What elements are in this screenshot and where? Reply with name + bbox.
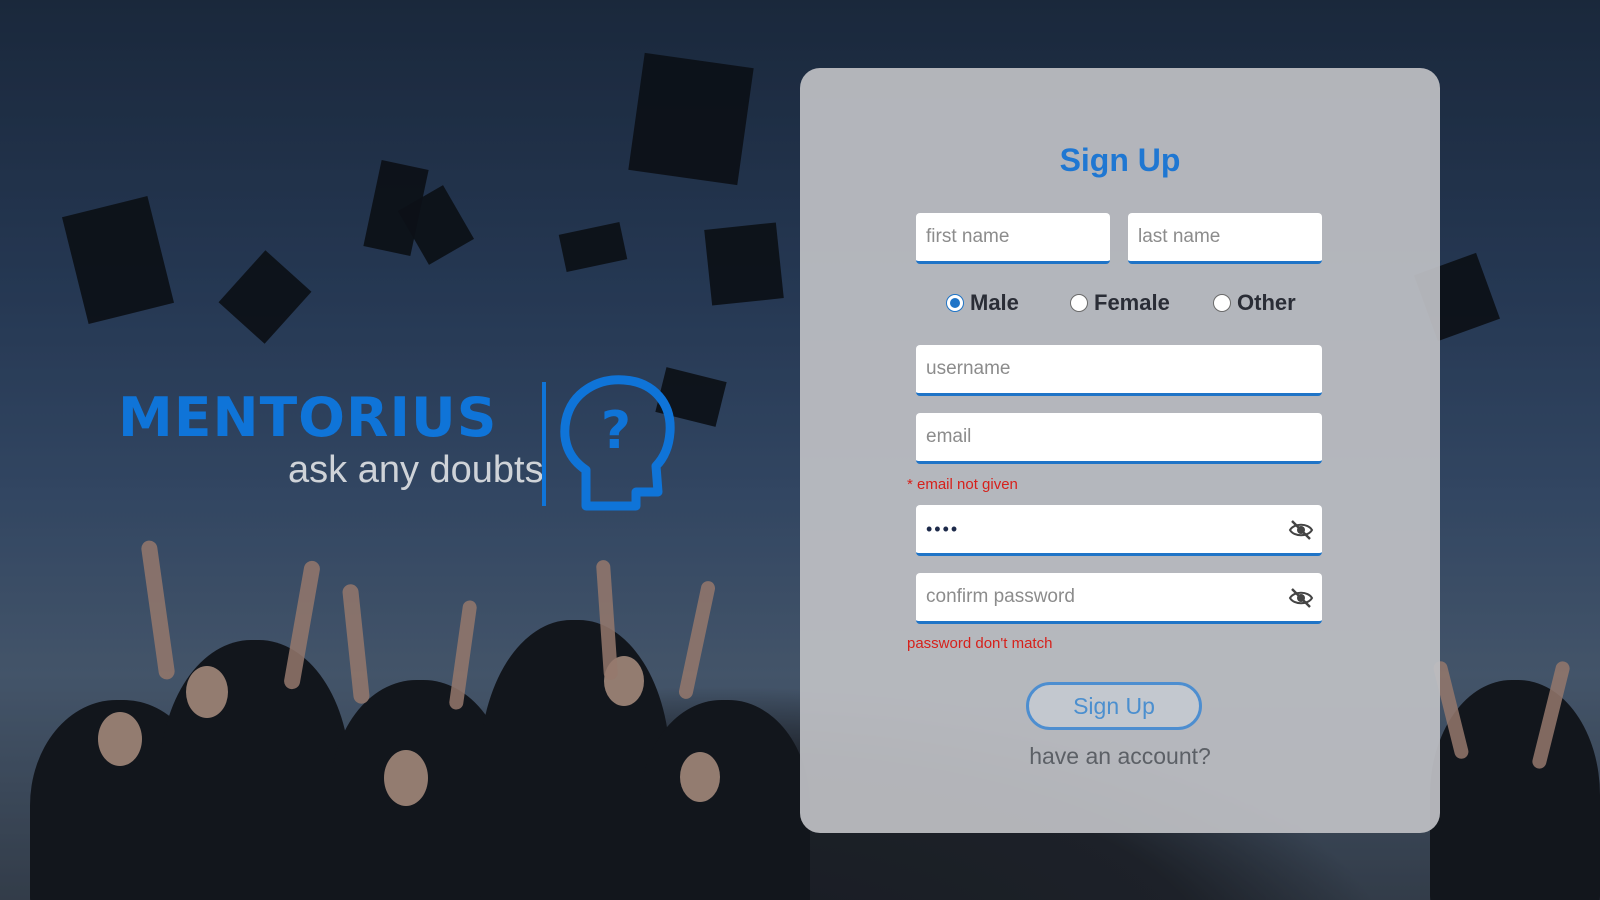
gender-label: Female [1094,290,1170,315]
confirm-password-input[interactable] [916,573,1322,621]
username-input[interactable] [916,345,1322,393]
gender-label: Other [1237,290,1296,315]
password-value[interactable]: •••• [916,519,1322,540]
gender-label: Male [970,290,1019,315]
gender-option-other[interactable]: Other [1213,290,1296,316]
username-field[interactable] [916,345,1322,396]
brand-tagline: ask any doubts [288,449,544,491]
signup-button[interactable]: Sign Up [1026,682,1202,730]
last-name-input[interactable] [1128,213,1322,261]
email-field[interactable] [916,413,1322,464]
svg-text:?: ? [601,401,631,461]
gender-option-male[interactable]: Male [946,290,1019,316]
radio-button[interactable] [1213,294,1231,312]
brand-name: MENTORIUS [118,386,498,449]
last-name-field[interactable] [1128,213,1322,264]
confirm-password-field[interactable] [916,573,1322,624]
brand-logo: MENTORIUS ask any doubts ? [118,375,678,512]
email-input[interactable] [916,413,1322,461]
email-error-message: * email not given [907,476,1018,493]
password-field[interactable]: •••• [916,505,1322,556]
radio-button-selected[interactable] [946,294,964,312]
password-error-message: password don't match [907,635,1053,652]
head-question-icon: ? [560,375,675,511]
first-name-input[interactable] [916,213,1110,261]
have-account-link[interactable]: have an account? [800,743,1440,770]
signup-title: Sign Up [1059,142,1181,178]
radio-button[interactable] [1070,294,1088,312]
logo-divider [542,382,546,506]
eye-slash-icon[interactable] [1288,587,1314,609]
first-name-field[interactable] [916,213,1110,264]
gender-option-female[interactable]: Female [1070,290,1170,316]
gender-radio-group: Male Female Other [946,290,1306,320]
eye-slash-icon[interactable] [1288,519,1314,541]
signup-card: Sign Up Male Female Other * email not gi… [800,68,1440,833]
